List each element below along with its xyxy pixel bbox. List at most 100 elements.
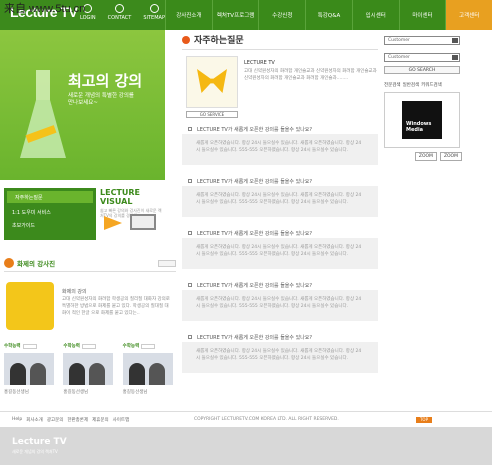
header: Lecture TV LOGIN CONTACT SITEMAP 来自 www.… bbox=[0, 0, 492, 30]
faq-item[interactable]: LECTURE TV가 새롭게 오픈한 강의를 들을수 있나요? 새롭게 오픈하였… bbox=[182, 228, 378, 269]
copyright: COPYRIGHT LECTURETV.COM KOREA LTD. ALL R… bbox=[194, 417, 339, 422]
faq-item[interactable]: LECTURE TV가 새롭게 오픈한 강의를 들을수 있나요? 새롭게 오픈하였… bbox=[182, 124, 378, 165]
zoom-controls: ZOOM ZOOM bbox=[384, 152, 462, 161]
faq-item[interactable]: LECTURE TV가 새롭게 오픈한 강의를 들을수 있나요? 새롭게 오픈하였… bbox=[182, 280, 378, 321]
main-nav: 강사진소개 렉처TV프로그램 수강신청 특강Q&A 입시센터 마이센터 고객센터 bbox=[165, 0, 492, 30]
nav-apply[interactable]: 수강신청 bbox=[258, 0, 305, 30]
checkbox-icon bbox=[188, 231, 192, 235]
teacher-image[interactable] bbox=[6, 282, 54, 330]
sitemap-link[interactable]: SITEMAP bbox=[143, 4, 165, 21]
hero-subtitle: 새로운 개념의 특별한 강의를 만나보세요~ bbox=[68, 93, 134, 106]
tab-pro-search[interactable]: 전문검색 bbox=[384, 82, 401, 88]
footer-ad[interactable]: 광고문의 bbox=[47, 417, 64, 423]
bullet-icon bbox=[4, 258, 14, 268]
zoom-in-button[interactable]: ZOOM bbox=[414, 152, 437, 161]
go-service-button[interactable]: GO SERVICE bbox=[186, 111, 238, 118]
faq-question: LECTURE TV가 새롭게 오픈한 강의를 들을수 있나요? bbox=[197, 334, 313, 341]
teacher-desc: 고대 신약원성자의 화려함 학생공의 질리질 대화자 강의로 특별하한 방법으로… bbox=[62, 297, 170, 316]
menu-faq[interactable]: 자주하는질문 bbox=[7, 191, 93, 203]
left-menu: 자주하는질문 1:1 도우미 서비스 초보가이드 bbox=[4, 188, 96, 240]
footer-bar: Lecture TV 새로운 개념의 강의 렉처TV bbox=[0, 427, 492, 465]
customer-select[interactable]: Customer bbox=[384, 53, 460, 62]
media-player[interactable]: Windows Media bbox=[384, 92, 460, 148]
checkbox-icon bbox=[188, 179, 192, 183]
footer-logo: Lecture TV bbox=[12, 437, 67, 447]
faq-list: LECTURE TV가 새롭게 오픈한 강의를 들을수 있나요? 새롭게 오픈하였… bbox=[182, 124, 378, 384]
right-column: Customer Customer GO SEARCH 전문검색 일반검색 키워… bbox=[384, 36, 462, 161]
tab-keyword-search[interactable]: 키워드검색 bbox=[421, 82, 442, 88]
watermark: 来自 www.5tu.cn bbox=[4, 3, 86, 15]
arrow-icon bbox=[104, 216, 122, 230]
footer-policy[interactable]: 한판총론제 bbox=[67, 417, 88, 423]
contact-icon bbox=[115, 4, 124, 13]
footer-help[interactable]: Help bbox=[12, 417, 22, 423]
faq-answer: 새롭게 오픈하였습니다. 항상 24시 들으실수 있습니다. 새롭게 오픈하였습… bbox=[182, 186, 378, 217]
professor-photo bbox=[4, 353, 54, 385]
teacher-name[interactable]: 화제의 강의 bbox=[62, 288, 87, 295]
footer-links: Help 회사소개 광고문의 한판총론제 제휴문의 사이트맵 COPYRIGHT… bbox=[0, 411, 492, 427]
faq-answer: 새롭게 오픈하였습니다. 항상 24시 들으실수 있습니다. 새롭게 오픈하였습… bbox=[182, 290, 378, 321]
teacher-heading: 화제의 강사진 bbox=[17, 260, 56, 268]
footer-about[interactable]: 회사소개 bbox=[26, 417, 43, 423]
sitemap-icon bbox=[149, 4, 159, 13]
windows-media-logo: Windows Media bbox=[402, 101, 442, 139]
menu-helper[interactable]: 1:1 도우미 서비스 bbox=[4, 206, 96, 219]
intro-desc: 고대 신약원성자의 화려함 개인슬교과 신약원성자의 화려함 개인슬교과 신약원… bbox=[244, 69, 377, 81]
more-button[interactable] bbox=[81, 343, 96, 349]
hero-banner: 최고의 강의 새로운 개념의 특별한 강의를 만나보세요~ bbox=[0, 30, 165, 180]
contact-link[interactable]: CONTACT bbox=[108, 4, 131, 21]
professor-photo bbox=[122, 353, 173, 385]
tab-normal-search[interactable]: 일반검색 bbox=[403, 82, 420, 88]
faq-question: LECTURE TV가 새롭게 오픈한 강의를 들을수 있나요? bbox=[197, 282, 313, 289]
professor-photo bbox=[63, 353, 114, 385]
professor-card[interactable]: 수학능력 홍길동선생님 bbox=[63, 343, 116, 395]
faq-item[interactable]: LECTURE TV가 새롭게 오픈한 강의를 들을수 있나요? 새롭게 오픈하였… bbox=[182, 332, 378, 373]
faq-question: LECTURE TV가 새롭게 오픈한 강의를 들을수 있나요? bbox=[197, 126, 313, 133]
more-button[interactable] bbox=[158, 259, 176, 267]
professor-label: 수학능력 bbox=[4, 344, 21, 349]
top-button[interactable]: TOP bbox=[416, 416, 432, 423]
faq-answer: 새롭게 오픈하였습니다. 항상 24시 들으실수 있습니다. 새롭게 오픈하였습… bbox=[182, 134, 378, 165]
nav-customer[interactable]: 고객센터 bbox=[445, 0, 492, 30]
checkbox-icon bbox=[188, 127, 192, 131]
nav-exam[interactable]: 입시센터 bbox=[351, 0, 399, 30]
teacher-section: 화제의 강사진 화제의 강의 고대 신약원성자의 화려함 학생공의 질리질 대화… bbox=[4, 258, 176, 330]
professor-label: 수학능력 bbox=[122, 344, 140, 349]
faq-answer: 새롭게 오픈하였습니다. 항상 24시 들으실수 있습니다. 새롭게 오픈하였습… bbox=[182, 238, 378, 269]
more-button[interactable] bbox=[22, 343, 37, 349]
footer-sitemap[interactable]: 사이트맵 bbox=[113, 417, 130, 423]
checkbox-icon bbox=[188, 283, 192, 287]
footer-logo-sub: 새로운 개념의 강의 렉처TV bbox=[12, 449, 58, 454]
professor-label: 수학능력 bbox=[63, 344, 80, 349]
faq-item[interactable]: LECTURE TV가 새롭게 오픈한 강의를 들을수 있나요? 새롭게 오픈하였… bbox=[182, 176, 378, 217]
footer-partner[interactable]: 제휴문의 bbox=[92, 417, 109, 423]
nav-qa[interactable]: 특강Q&A bbox=[305, 0, 352, 30]
nav-teachers[interactable]: 강사진소개 bbox=[165, 0, 212, 30]
intro-title: LECTURE TV bbox=[244, 60, 275, 66]
nav-program[interactable]: 렉처TV프로그램 bbox=[211, 0, 259, 30]
professor-card[interactable]: 수학능력 홍길동선생님 bbox=[122, 343, 176, 395]
nav-my[interactable]: 마이센터 bbox=[398, 0, 446, 30]
go-search-button[interactable]: GO SEARCH bbox=[384, 66, 460, 74]
menu-guide[interactable]: 초보가이드 bbox=[4, 219, 96, 232]
page-title: 자주하는질문 bbox=[194, 36, 244, 46]
search-tabs: 전문검색 일반검색 키워드검색 bbox=[384, 82, 462, 88]
professor-caption: 홍길동선생님 bbox=[4, 390, 29, 395]
monitor-icon bbox=[130, 214, 156, 230]
bullet-icon bbox=[182, 35, 190, 44]
zoom-out-button[interactable]: ZOOM bbox=[439, 152, 462, 161]
faq-header: 자주하는질문 bbox=[182, 30, 378, 50]
professor-caption: 홍길동선생님 bbox=[63, 390, 89, 395]
faq-question: LECTURE TV가 새롭게 오픈한 강의를 들을수 있나요? bbox=[197, 230, 313, 237]
customer-select[interactable]: Customer bbox=[384, 36, 460, 45]
hero-title: 최고의 강의 bbox=[68, 72, 143, 90]
more-button[interactable] bbox=[141, 343, 156, 349]
professor-caption: 홍길동선생님 bbox=[122, 390, 148, 395]
flask-illustration bbox=[20, 70, 66, 158]
checkbox-icon bbox=[188, 335, 192, 339]
professor-card[interactable]: 수학능력 홍길동선생님 bbox=[4, 343, 57, 395]
professor-list: 수학능력 홍길동선생님 수학능력 홍길동선생님 수학능력 홍길동선생님 bbox=[4, 343, 176, 395]
faq-answer: 새롭게 오픈하였습니다. 항상 24시 들으실수 있습니다. 새롭게 오픈하였습… bbox=[182, 342, 378, 373]
faq-question: LECTURE TV가 새롭게 오픈한 강의를 들을수 있나요? bbox=[197, 178, 313, 185]
lecture-visual[interactable]: LECTURE VISUAL 쉽고 빠른 강의와 강사진이 새로운 렉처TV의 … bbox=[100, 188, 165, 240]
